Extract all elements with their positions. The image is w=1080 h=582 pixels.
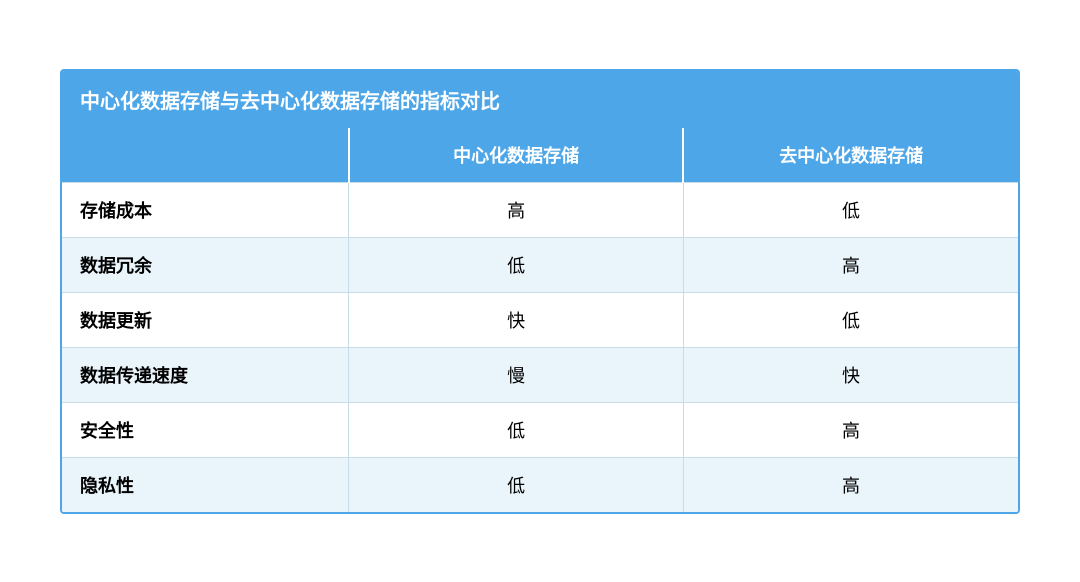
cell-centralized: 低 bbox=[349, 402, 684, 457]
cell-centralized: 低 bbox=[349, 457, 684, 512]
cell-decentralized: 高 bbox=[683, 237, 1018, 292]
header-metric bbox=[62, 128, 349, 183]
cell-centralized: 快 bbox=[349, 292, 684, 347]
cell-metric: 数据传递速度 bbox=[62, 347, 349, 402]
cell-decentralized: 高 bbox=[683, 457, 1018, 512]
comparison-table: 中心化数据存储 去中心化数据存储 存储成本高低数据冗余低高数据更新快低数据传递速… bbox=[62, 128, 1018, 512]
cell-decentralized: 高 bbox=[683, 402, 1018, 457]
cell-metric: 数据更新 bbox=[62, 292, 349, 347]
table-row: 隐私性低高 bbox=[62, 457, 1018, 512]
header-decentralized: 去中心化数据存储 bbox=[683, 128, 1018, 183]
cell-metric: 隐私性 bbox=[62, 457, 349, 512]
table-row: 存储成本高低 bbox=[62, 182, 1018, 237]
cell-metric: 安全性 bbox=[62, 402, 349, 457]
table-row: 数据冗余低高 bbox=[62, 237, 1018, 292]
table-row: 数据传递速度慢快 bbox=[62, 347, 1018, 402]
cell-centralized: 高 bbox=[349, 182, 684, 237]
cell-decentralized: 快 bbox=[683, 347, 1018, 402]
cell-centralized: 低 bbox=[349, 237, 684, 292]
cell-decentralized: 低 bbox=[683, 292, 1018, 347]
cell-decentralized: 低 bbox=[683, 182, 1018, 237]
comparison-table-container: 中心化数据存储与去中心化数据存储的指标对比 中心化数据存储 去中心化数据存储 存… bbox=[60, 69, 1020, 514]
table-body: 存储成本高低数据冗余低高数据更新快低数据传递速度慢快安全性低高隐私性低高 bbox=[62, 182, 1018, 512]
table-row: 安全性低高 bbox=[62, 402, 1018, 457]
table-title: 中心化数据存储与去中心化数据存储的指标对比 bbox=[62, 71, 1018, 128]
cell-metric: 数据冗余 bbox=[62, 237, 349, 292]
table-row: 数据更新快低 bbox=[62, 292, 1018, 347]
cell-metric: 存储成本 bbox=[62, 182, 349, 237]
table-header-row: 中心化数据存储 去中心化数据存储 bbox=[62, 128, 1018, 183]
header-centralized: 中心化数据存储 bbox=[349, 128, 684, 183]
cell-centralized: 慢 bbox=[349, 347, 684, 402]
